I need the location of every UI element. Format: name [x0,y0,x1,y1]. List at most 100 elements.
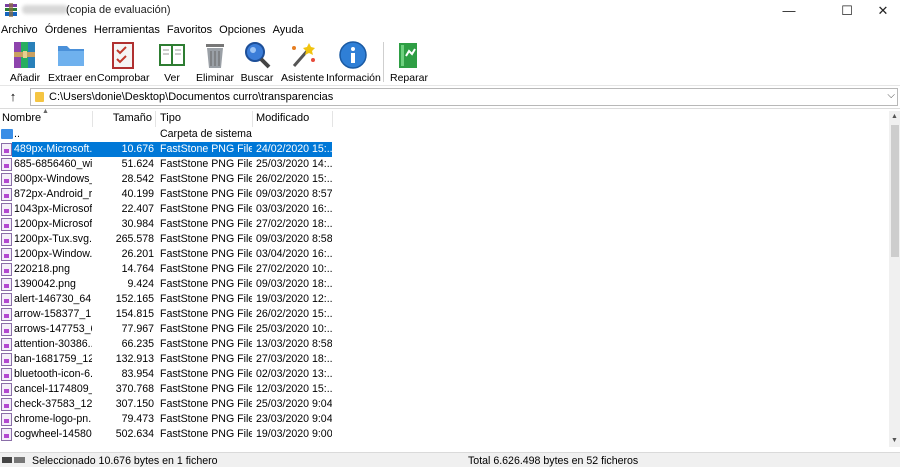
toolbar: Añadir Extraer en Comprobar Ver Eliminar… [0,38,900,86]
png-file-icon [1,428,12,441]
file-row[interactable]: cogwheel-14580... 502.634 FastStone PNG Fi… [0,427,890,442]
add-label: Añadir [9,72,41,84]
scroll-up-icon[interactable]: ▲ [889,111,900,123]
toolbar-separator [383,42,384,82]
file-name: 1200px-Tux.svg.... [14,233,92,245]
file-row[interactable]: 1043px-Microsof... 22.407 FastStone PNG Fi… [0,202,890,217]
file-size: 9.424 [127,278,154,290]
png-file-icon [1,323,12,336]
file-row[interactable]: 1200px-Microsof... 30.984 FastStone PNG Fi… [0,217,890,232]
file-size: 28.542 [121,173,154,185]
file-row[interactable]: 1390042.png 9.424 FastStone PNG File 09/03/… [0,277,890,292]
menu-opciones[interactable]: Opciones [218,21,269,38]
wizard-button[interactable]: Asistente [281,40,325,86]
png-file-icon [1,203,12,216]
info-button[interactable]: Información [326,40,381,86]
file-row[interactable]: 872px-Android_r... 40.199 FastStone PNG Fi… [0,187,890,202]
file-row[interactable]: cancel-1174809_... 370.768 FastStone PNG F… [0,382,890,397]
file-modified: 27/02/2020 18:... [256,218,332,230]
file-row[interactable]: 220218.png 14.764 FastStone PNG File 27/02/… [0,262,890,277]
file-row[interactable]: arrow-158377_1... 154.815 FastStone PNG Fi… [0,307,890,322]
file-size: 26.201 [121,248,154,260]
address-field[interactable]: C:\Users\donie\Desktop\Documentos curro\… [30,88,898,106]
png-file-icon [1,413,12,426]
png-file-icon [1,338,12,351]
file-modified: 26/02/2020 15:... [256,308,332,320]
file-size: 77.967 [121,323,154,335]
repair-button[interactable]: Reparar [390,40,428,86]
file-row[interactable]: 1200px-Tux.svg.... 265.578 FastStone PNG F… [0,232,890,247]
file-modified: 09/03/2020 8:58 [256,233,332,245]
vertical-scrollbar[interactable]: ▲ ▼ [889,111,900,447]
view-label: Ver [164,72,180,84]
file-name: cancel-1174809_... [14,383,92,395]
file-modified: 27/02/2020 10:... [256,263,332,275]
file-row[interactable]: alert-146730_64... 152.165 FastStone PNG F… [0,292,890,307]
file-size: 40.199 [121,188,154,200]
file-name: ban-1681759_12... [14,353,92,365]
file-row[interactable]: 685-6856460_wi... 51.624 FastStone PNG Fil… [0,157,890,172]
file-row[interactable]: check-37583_128... 307.150 FastStone PNG F… [0,397,890,412]
column-name[interactable]: Nombre ▲ [0,108,93,127]
scrollbar-thumb[interactable] [891,125,899,257]
file-list-header: Nombre ▲ Tamaño Tipo Modificado [0,108,890,127]
file-type: FastStone PNG File [160,263,252,275]
file-type: FastStone PNG File [160,368,252,380]
up-arrow-icon[interactable]: ↑ [5,89,21,105]
file-row[interactable]: 489px-Microsoft... 10.676 FastStone PNG Fi… [0,142,890,157]
wizard-label: Asistente [281,72,325,84]
column-size[interactable]: Tamaño [93,111,156,127]
extract-button[interactable]: Extraer en [48,40,96,86]
file-size: 154.815 [115,308,154,320]
file-row[interactable]: arrows-147753_6... 77.967 FastStone PNG Fi… [0,322,890,337]
file-row[interactable]: attention-30386... 66.235 FastStone PNG Fi… [0,337,890,352]
scroll-down-icon[interactable]: ▼ [889,435,900,447]
view-button[interactable]: Ver [154,40,190,86]
file-list: .. Carpeta de sistema 489px-Microsoft...… [0,127,890,447]
menu-ordenes[interactable]: Órdenes [44,21,91,38]
checklist-icon [107,40,139,70]
menu-archivo[interactable]: Archivo [0,21,42,38]
delete-button[interactable]: Eliminar [196,40,234,86]
file-modified: 25/03/2020 9:04 [256,398,332,410]
file-name: 1043px-Microsof... [14,203,92,215]
file-type: FastStone PNG File [160,248,252,260]
file-modified: 19/03/2020 9:00 [256,428,332,440]
file-row[interactable]: chrome-logo-pn... 79.473 FastStone PNG Fil… [0,412,890,427]
test-button[interactable]: Comprobar [97,40,150,86]
file-row[interactable]: ban-1681759_12... 132.913 FastStone PNG Fi… [0,352,890,367]
find-button[interactable]: Buscar [240,40,274,86]
info-label: Información [326,72,381,84]
png-file-icon [1,248,12,261]
file-row[interactable]: 1200px-Window... 26.201 FastStone PNG File… [0,247,890,262]
winrar-app-icon[interactable] [4,3,18,17]
column-modified[interactable]: Modificado [253,111,333,127]
menu-herramientas[interactable]: Herramientas [93,21,164,38]
menu-ayuda[interactable]: Ayuda [272,21,308,38]
parent-folder-name: .. [14,128,20,140]
file-name: bluetooth-icon-6... [14,368,92,380]
file-name: arrows-147753_6... [14,323,92,335]
chevron-down-icon[interactable]: ⌵ [887,90,895,101]
close-button[interactable]: ✕ [860,0,900,21]
find-label: Buscar [240,72,274,84]
file-name: 1200px-Window... [14,248,92,260]
add-button[interactable]: Añadir [6,40,44,86]
column-type[interactable]: Tipo [156,111,253,127]
file-size: 502.634 [115,428,154,440]
minimize-button[interactable]: — [766,0,812,21]
magnifier-icon [241,40,273,70]
file-row[interactable]: 800px-Windows_... 28.542 FastStone PNG Fil… [0,172,890,187]
png-file-icon [1,353,12,366]
file-size: 83.954 [121,368,154,380]
menu-favoritos[interactable]: Favoritos [166,21,216,38]
drive-status-icon[interactable] [2,456,26,464]
address-row: ↑ C:\Users\donie\Desktop\Documentos curr… [0,87,900,109]
file-name: 800px-Windows_... [14,173,92,185]
parent-folder-row[interactable]: .. Carpeta de sistema [0,127,890,142]
file-modified: 25/03/2020 14:... [256,158,332,170]
file-name: cogwheel-14580... [14,428,92,440]
file-modified: 19/03/2020 12:... [256,293,332,305]
file-row[interactable]: bluetooth-icon-6... 83.954 FastStone PNG F… [0,367,890,382]
png-file-icon [1,173,12,186]
